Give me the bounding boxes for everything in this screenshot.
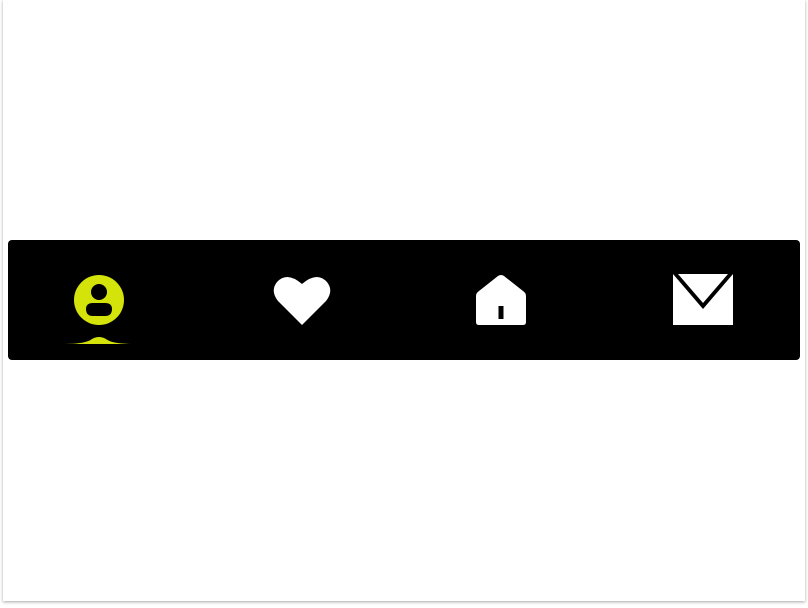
tab-messages[interactable] bbox=[602, 240, 800, 360]
tab-profile[interactable] bbox=[8, 240, 206, 360]
tab-home[interactable] bbox=[404, 240, 602, 360]
user-icon bbox=[74, 275, 124, 325]
mail-icon bbox=[673, 274, 733, 325]
bottom-tab-bar bbox=[8, 240, 800, 360]
active-tab-indicator bbox=[64, 337, 134, 344]
tab-favorites[interactable] bbox=[206, 240, 404, 360]
home-icon bbox=[476, 275, 526, 325]
heart-icon bbox=[273, 276, 331, 325]
